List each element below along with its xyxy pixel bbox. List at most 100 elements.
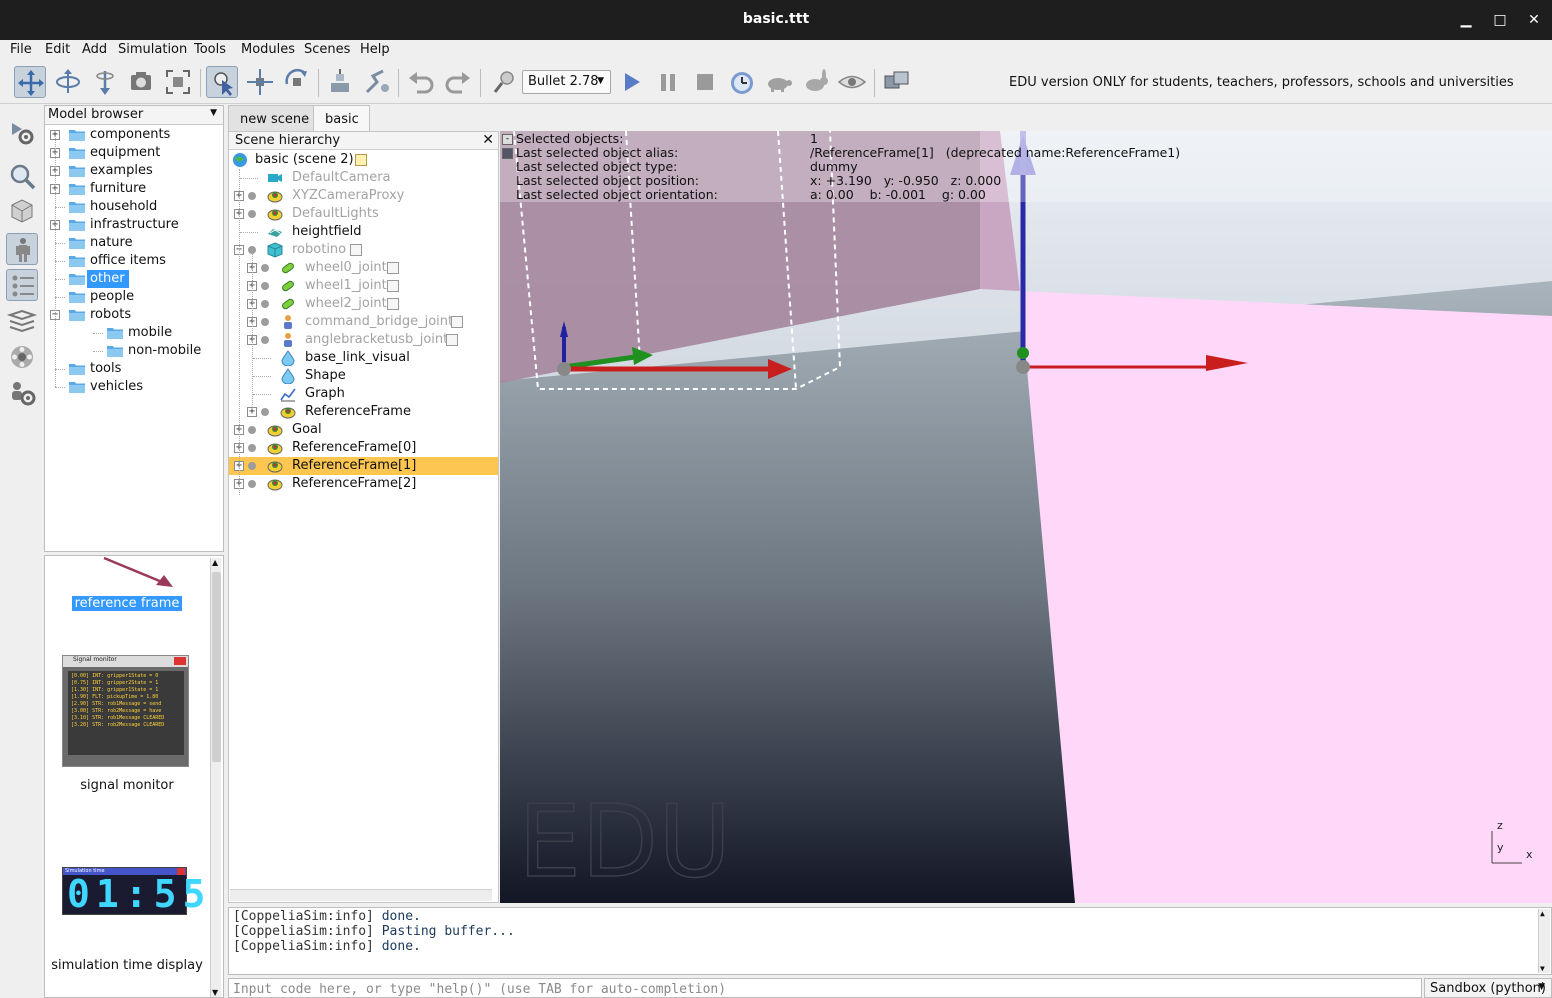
thumb-reference-frame[interactable]: reference frame bbox=[45, 596, 209, 611]
model-folder-household[interactable]: household bbox=[45, 198, 223, 216]
visibility-dot-icon[interactable] bbox=[248, 426, 256, 434]
reference-frame-thumbnail-icon[interactable] bbox=[100, 556, 180, 591]
script-icon[interactable] bbox=[387, 280, 399, 292]
hierarchy-item-heightfield[interactable]: heightfield bbox=[229, 223, 498, 241]
menu-add[interactable]: Add bbox=[82, 42, 107, 57]
video-recorder-icon[interactable] bbox=[6, 341, 38, 373]
scene-script-icon[interactable] bbox=[355, 154, 367, 166]
model-folder-mobile[interactable]: mobile bbox=[45, 324, 223, 342]
dynamics-icon[interactable] bbox=[488, 66, 520, 98]
model-folder-other[interactable]: other bbox=[45, 270, 223, 288]
hierarchy-item-wheel0_joint[interactable]: + wheel0_joint bbox=[229, 259, 498, 277]
menu-tools[interactable]: Tools bbox=[194, 42, 226, 57]
menu-simulation[interactable]: Simulation bbox=[118, 42, 187, 57]
start-simulation-icon[interactable] bbox=[615, 66, 647, 98]
hierarchy-item-referenceframe-2-[interactable]: + ReferenceFrame[2] bbox=[229, 475, 498, 493]
click-select-icon[interactable] bbox=[206, 66, 238, 98]
hierarchy-item-anglebracketusb_joint[interactable]: + anglebracketusb_joint bbox=[229, 331, 498, 349]
model-browser-select[interactable]: Model browser ▼ bbox=[45, 106, 223, 125]
close-icon[interactable]: ✕ bbox=[482, 132, 494, 148]
visibility-dot-icon[interactable] bbox=[261, 300, 269, 308]
transfer-dna-icon[interactable] bbox=[361, 66, 393, 98]
model-folder-components[interactable]: + components bbox=[45, 126, 223, 144]
page-selector-icon[interactable] bbox=[881, 66, 913, 98]
scroll-down-icon[interactable]: ▼ bbox=[212, 988, 218, 997]
model-folder-nature[interactable]: nature bbox=[45, 234, 223, 252]
model-folder-infrastructure[interactable]: + infrastructure bbox=[45, 216, 223, 234]
scroll-down-icon[interactable]: ▼ bbox=[1540, 964, 1545, 973]
console-scrollbar[interactable]: ▲ ▼ bbox=[1538, 909, 1550, 973]
visibility-dot-icon[interactable] bbox=[248, 480, 256, 488]
model-folder-furniture[interactable]: + furniture bbox=[45, 180, 223, 198]
hierarchy-item-wheel2_joint[interactable]: + wheel2_joint bbox=[229, 295, 498, 313]
model-folder-tools[interactable]: tools bbox=[45, 360, 223, 378]
script-icon[interactable] bbox=[387, 262, 399, 274]
script-icon[interactable] bbox=[451, 316, 463, 328]
camera-rotate-icon[interactable] bbox=[52, 66, 84, 98]
visibility-dot-icon[interactable] bbox=[261, 318, 269, 326]
hierarchy-item-referenceframe-1-[interactable]: + ReferenceFrame[1] bbox=[229, 457, 498, 475]
hierarchy-item-referenceframe[interactable]: + ReferenceFrame bbox=[229, 403, 498, 421]
menu-file[interactable]: File bbox=[10, 42, 32, 57]
model-browser-icon[interactable] bbox=[6, 195, 38, 227]
user-settings-icon[interactable] bbox=[6, 377, 38, 409]
minimize-button[interactable]: ▁ bbox=[1456, 10, 1476, 30]
object-rotate-icon[interactable] bbox=[281, 66, 313, 98]
scene-hierarchy-icon[interactable] bbox=[6, 233, 38, 265]
hierarchy-item-defaultcamera[interactable]: DefaultCamera bbox=[229, 169, 498, 187]
visibility-dot-icon[interactable] bbox=[261, 282, 269, 290]
visibility-dot-icon[interactable] bbox=[248, 462, 256, 470]
model-folder-non-mobile[interactable]: non-mobile bbox=[45, 342, 223, 360]
script-icon[interactable] bbox=[387, 298, 399, 310]
collapse-info-button[interactable]: - bbox=[502, 134, 513, 145]
info-toggle-button[interactable] bbox=[502, 148, 513, 159]
object-shift-icon[interactable] bbox=[244, 66, 276, 98]
selection-icon[interactable] bbox=[6, 160, 38, 192]
camera-shift-icon[interactable] bbox=[89, 66, 121, 98]
hierarchy-item-goal[interactable]: + Goal bbox=[229, 421, 498, 439]
hierarchy-item-graph[interactable]: Graph bbox=[229, 385, 498, 403]
slower-icon[interactable] bbox=[763, 66, 795, 98]
menu-help[interactable]: Help bbox=[360, 42, 390, 57]
thumb-signal-monitor-label[interactable]: signal monitor bbox=[45, 778, 209, 793]
undo-icon[interactable] bbox=[405, 66, 437, 98]
signal-monitor-thumbnail[interactable]: Signal monitor [0.00] INT: gripper1State… bbox=[62, 655, 189, 767]
visibility-dot-icon[interactable] bbox=[248, 444, 256, 452]
pause-simulation-icon[interactable] bbox=[652, 66, 684, 98]
redo-icon[interactable] bbox=[442, 66, 474, 98]
close-window-button[interactable]: ✕ bbox=[1524, 10, 1544, 30]
visibility-dot-icon[interactable] bbox=[261, 336, 269, 344]
scroll-up-icon[interactable]: ▲ bbox=[1540, 909, 1545, 918]
hierarchy-item-defaultlights[interactable]: + DefaultLights bbox=[229, 205, 498, 223]
thumb-simulation-time-display-label[interactable]: simulation time display bbox=[45, 958, 209, 973]
assemble-icon[interactable] bbox=[324, 66, 356, 98]
model-folder-robots[interactable]: − robots bbox=[45, 306, 223, 324]
tab-new-scene[interactable]: new scene bbox=[228, 105, 321, 131]
scrollbar-thumb[interactable] bbox=[212, 572, 221, 762]
script-icon[interactable] bbox=[446, 334, 458, 346]
hierarchy-item-base_link_visual[interactable]: base_link_visual bbox=[229, 349, 498, 367]
model-folder-equipment[interactable]: + equipment bbox=[45, 144, 223, 162]
hierarchy-item-shape[interactable]: Shape bbox=[229, 367, 498, 385]
scroll-up-icon[interactable]: ▲ bbox=[212, 558, 218, 567]
maximize-button[interactable]: □ bbox=[1490, 10, 1510, 30]
hierarchy-horizontal-scrollbar[interactable] bbox=[230, 889, 492, 901]
faster-icon[interactable] bbox=[800, 66, 832, 98]
model-folder-examples[interactable]: + examples bbox=[45, 162, 223, 180]
model-folder-people[interactable]: people bbox=[45, 288, 223, 306]
script-icon[interactable] bbox=[350, 244, 362, 256]
physics-engine-select[interactable]: Bullet 2.78 ▼ bbox=[522, 70, 611, 94]
visibility-dot-icon[interactable] bbox=[248, 210, 256, 218]
model-folder-vehicles[interactable]: vehicles bbox=[45, 378, 223, 396]
code-input-field[interactable]: Input code here, or type "help()" (use T… bbox=[228, 978, 1422, 998]
camera-pan-icon[interactable] bbox=[14, 66, 46, 98]
stop-simulation-icon[interactable] bbox=[689, 66, 721, 98]
hierarchy-item-wheel1_joint[interactable]: + wheel1_joint bbox=[229, 277, 498, 295]
visibility-dot-icon[interactable] bbox=[261, 408, 269, 416]
menu-edit[interactable]: Edit bbox=[45, 42, 70, 57]
menu-modules[interactable]: Modules bbox=[241, 42, 295, 57]
simulation-settings-icon[interactable] bbox=[6, 117, 38, 149]
visibility-dot-icon[interactable] bbox=[248, 192, 256, 200]
visibility-dot-icon[interactable] bbox=[261, 264, 269, 272]
visualization-icon[interactable] bbox=[836, 66, 868, 98]
